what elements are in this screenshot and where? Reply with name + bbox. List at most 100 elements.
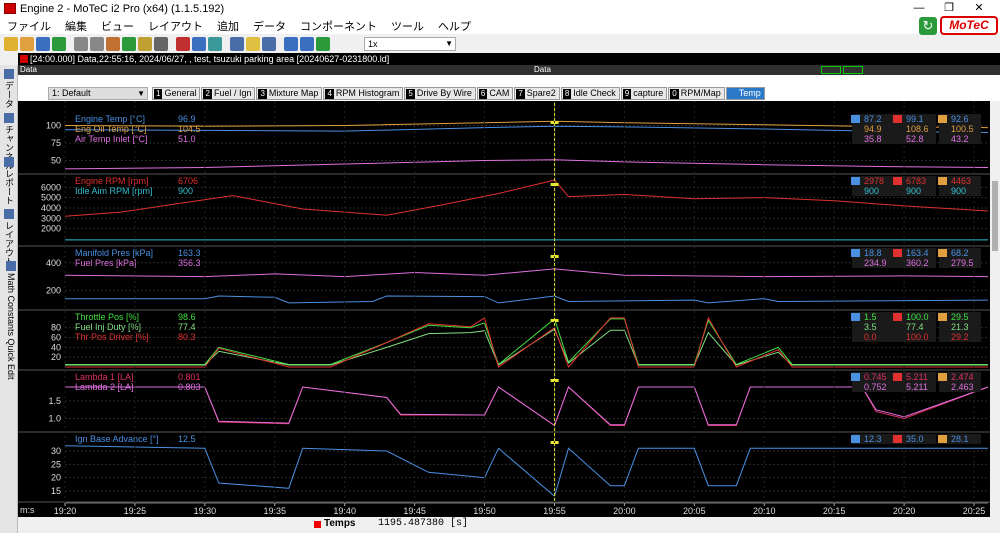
refresh-icon[interactable]: ↻ xyxy=(919,17,937,35)
avg-icon xyxy=(938,115,947,123)
y-tick-label: 6000 xyxy=(41,182,61,192)
series-line xyxy=(64,445,988,498)
menu-item[interactable]: コンポーネント xyxy=(293,18,384,34)
series-line xyxy=(65,295,989,304)
tab-label: Drive By Wire xyxy=(416,88,472,98)
tab-label: RPM/Map xyxy=(680,88,721,98)
save-icon[interactable] xyxy=(36,36,50,51)
worksheet-tab[interactable]: 5 Drive By Wire xyxy=(404,87,476,100)
worksheet-tab[interactable]: 1 General xyxy=(152,87,201,100)
avg-icon xyxy=(938,177,947,185)
worksheet-tab[interactable]: 3 Mixture Map xyxy=(256,87,323,100)
stat-min: 94.9 xyxy=(864,124,882,134)
stat-min: 12.3 xyxy=(864,434,882,444)
menu-item[interactable]: データ xyxy=(246,18,293,34)
menu-item[interactable]: ファイル xyxy=(0,18,58,34)
stat-min: 2978 xyxy=(864,176,884,186)
side-tab-label: レポート xyxy=(4,169,14,205)
worksheet-tabs: 1 General 2 Fuel / Ign 3 Mixture Map 4 RPM Hist… xyxy=(152,87,766,100)
side-tab[interactable]: Math Constants Quick Edit xyxy=(2,261,16,380)
floppy-icon[interactable] xyxy=(138,36,152,51)
y-tick-label: 40 xyxy=(51,342,61,352)
stat-min: 3.5 xyxy=(864,322,877,332)
grid-icon[interactable] xyxy=(154,36,168,51)
worksheet-tab[interactable]: 9 capture xyxy=(620,87,668,100)
print-preview-icon[interactable] xyxy=(90,36,104,51)
worksheet-tab[interactable]: 4 RPM Histogram xyxy=(323,87,404,100)
menu-item[interactable]: ビュー xyxy=(94,18,141,34)
toolbar-separator xyxy=(278,37,282,51)
series-name: Lambda 1 [LA] xyxy=(75,372,134,382)
series-name: Fuel Inj Duty [%] xyxy=(75,322,141,332)
toolbar-separator xyxy=(170,37,174,51)
max-icon xyxy=(893,115,902,123)
y-tick-label: 30 xyxy=(51,446,61,456)
menu-item[interactable]: 編集 xyxy=(58,18,94,34)
stat-max: 5.211 xyxy=(906,382,928,392)
vertical-scrollbar[interactable] xyxy=(990,101,1000,520)
forward-icon[interactable] xyxy=(300,36,314,51)
layout-icon[interactable] xyxy=(246,36,260,51)
maximize-button[interactable]: ❐ xyxy=(935,0,963,17)
print-icon[interactable] xyxy=(74,36,88,51)
play-icon[interactable] xyxy=(316,36,330,51)
stat-avg: 900 xyxy=(951,186,966,196)
close-button[interactable]: ✕ xyxy=(965,0,993,17)
x-tick-label: 20:00 xyxy=(613,506,636,516)
stat-avg: 2.463 xyxy=(951,382,974,392)
menu-item[interactable]: レイアウト xyxy=(141,18,210,34)
worksheet-tab[interactable]: 2 Fuel / Ign xyxy=(201,87,256,100)
cursor-icon[interactable] xyxy=(262,36,276,51)
time-chart[interactable]: 1007550Engine Temp [°C] 96.9 87.2 99.1 92.6E… xyxy=(18,101,990,520)
side-tab[interactable]: データ xyxy=(2,69,16,108)
download-icon[interactable] xyxy=(52,36,66,51)
chart-panel: 30 25 20 15 Ign Base Advance [°] 12.5 12.3 35.0… xyxy=(18,434,990,503)
series-line xyxy=(65,386,989,427)
minimize-button[interactable]: — xyxy=(905,0,933,17)
series-value: 163.3 xyxy=(178,248,201,258)
worksheet-tab[interactable]: 7 Spare2 xyxy=(514,87,560,100)
record-icon[interactable] xyxy=(176,36,190,51)
tab-label: Temp xyxy=(738,88,761,98)
layout-select[interactable]: 1: Default ▼ xyxy=(48,87,148,100)
series-name: Air Temp Inlet [°C] xyxy=(75,134,147,144)
series-line xyxy=(64,125,989,133)
overview-marker[interactable] xyxy=(843,66,863,74)
bookmark-icon[interactable] xyxy=(192,36,206,51)
edit-icon[interactable] xyxy=(106,36,120,51)
stat-avg: 4463 xyxy=(951,176,971,186)
series-value: 12.5 xyxy=(178,434,196,444)
x-tick-label: 20:25 xyxy=(963,506,986,516)
series-name: Idle Aim RPM [rpm] xyxy=(75,186,153,196)
tab-number: 8 xyxy=(562,89,572,99)
open-folder-icon[interactable] xyxy=(4,36,18,51)
back-icon[interactable] xyxy=(284,36,298,51)
worksheet-tab[interactable]: Temp xyxy=(725,87,765,100)
side-tab-icon xyxy=(4,113,14,123)
layout-grid-icon[interactable] xyxy=(230,36,244,51)
menu-item[interactable]: 追加 xyxy=(210,18,246,34)
avg-icon xyxy=(938,313,947,321)
side-tab[interactable]: レイアウト xyxy=(2,209,16,266)
tab-number: 1 xyxy=(154,89,163,99)
zoom-select[interactable]: 1x ▼ xyxy=(364,37,456,51)
chart-panel: 1007550Engine Temp [°C] 96.9 87.2 99.1 92.6E… xyxy=(18,114,990,175)
scrollbar-thumb[interactable] xyxy=(992,181,998,251)
refresh-data-icon[interactable] xyxy=(208,36,222,51)
worksheet-tab[interactable]: 8 Idle Check xyxy=(560,87,620,100)
worksheet-tab[interactable]: 6 CAM xyxy=(476,87,514,100)
side-tab[interactable]: レポート xyxy=(2,157,16,205)
series-name: Thr Pos Driver [%] xyxy=(75,332,149,342)
worksheet-tab[interactable]: 0 RPM/Map xyxy=(668,87,725,100)
menu-item[interactable]: ヘルプ xyxy=(431,18,478,34)
info-text: [24:00.000] Data,22:55:16, 2024/06/27, ,… xyxy=(30,54,390,64)
data-bar-center: Data xyxy=(534,65,551,74)
cursor-marker xyxy=(550,183,559,186)
export-icon[interactable] xyxy=(122,36,136,51)
min-icon xyxy=(851,177,860,185)
stat-max: 52.8 xyxy=(906,134,924,144)
overview-marker[interactable] xyxy=(821,66,841,74)
open-file-icon[interactable] xyxy=(20,36,34,51)
menu-item[interactable]: ツール xyxy=(384,18,431,34)
chart-panel: 1.5 1.0 Lambda 1 [LA] 0.801 0.745 5.211 2.474 L… xyxy=(18,372,990,433)
